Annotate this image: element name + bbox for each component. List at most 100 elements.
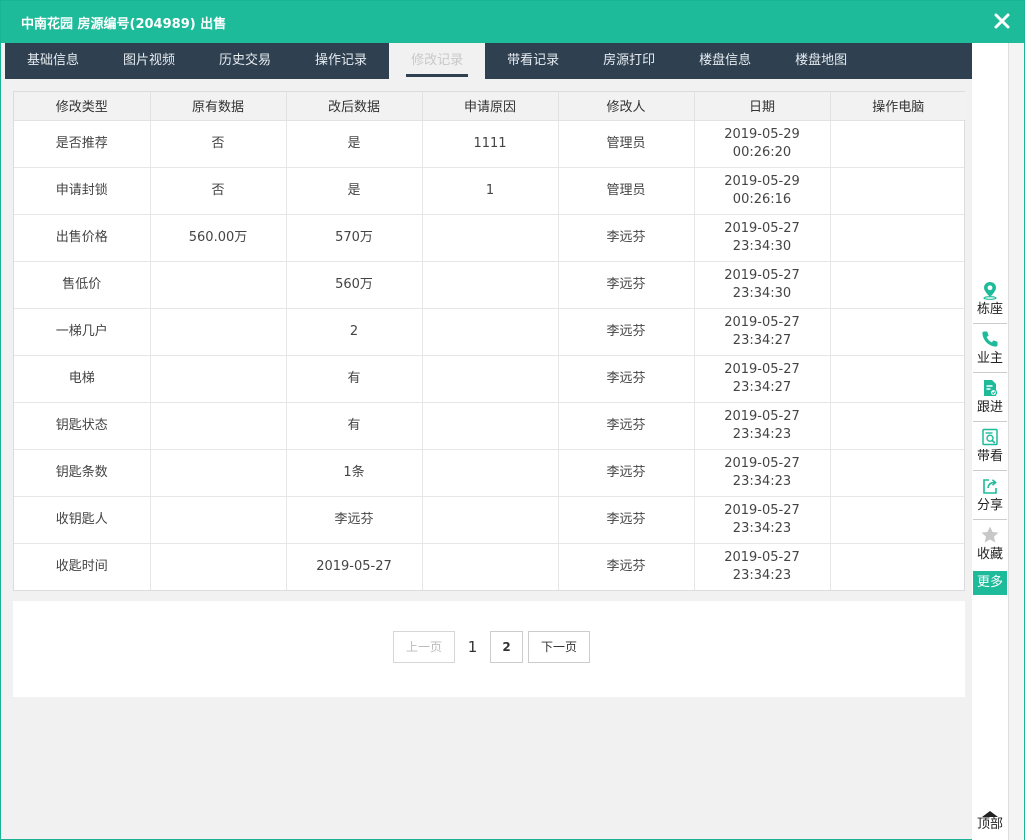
cell-date: 2019-05-27 23:34:27 [694, 355, 831, 403]
cell-modify-type: 售低价 [14, 261, 151, 309]
cell-operating-pc [830, 167, 966, 215]
cell-reason [422, 261, 559, 309]
cell-new-value: 是 [286, 167, 423, 215]
cell-date: 2019-05-27 23:34:23 [694, 543, 831, 590]
time-value: 23:34:27 [732, 332, 792, 348]
cell-editor: 管理员 [558, 120, 695, 168]
prev-page-button[interactable]: 上一页 [393, 631, 456, 663]
column-header: 改后数据 [286, 92, 423, 121]
table-row: 申请封锁否是 1 管理员 2019-05-29 00:26:16 [14, 167, 966, 215]
tab-label: 带看记录 [507, 53, 560, 68]
cell-old-value [150, 308, 287, 356]
toolbar-more-button[interactable]: 更多 [973, 571, 1007, 595]
date-value: 2019-05-27 [724, 314, 800, 330]
cell-new-value: 2 [286, 308, 423, 356]
table-row: 收匙时间 2019-05-27 李远芬 2019-05-27 23:34:23 [14, 543, 966, 590]
tab-9[interactable]: 楼盘地图 [773, 43, 869, 79]
tab-label: 历史交易 [219, 53, 272, 68]
search-document-icon [982, 428, 998, 446]
cell-operating-pc [830, 120, 966, 168]
scroll-top-label: 顶部 [976, 817, 1003, 832]
cell-new-value: 是 [286, 120, 423, 168]
table-header-row: 修改类型 原有数据 改后数据 申请原因 修改人 日期 操作电脑 [14, 92, 966, 121]
column-header: 操作电脑 [830, 92, 966, 121]
time-value: 23:34:30 [732, 285, 792, 301]
tab-7[interactable]: 房源打印 [581, 43, 677, 79]
modify-record-table: 修改类型 原有数据 改后数据 申请原因 修改人 日期 操作电脑 是否推荐否是 1111 管理员 2… [13, 91, 966, 591]
tab-6[interactable]: 带看记录 [485, 43, 581, 79]
tab-8[interactable]: 楼盘信息 [677, 43, 773, 79]
cell-new-value: 2019-05-27 [286, 543, 423, 590]
time-value: 23:34:23 [732, 473, 792, 489]
cell-reason [422, 543, 559, 590]
cell-editor: 李远芬 [558, 261, 695, 309]
table-body: 是否推荐否是 1111 管理员 2019-05-29 00:26:20 申请封锁否是 1 管理… [14, 120, 966, 590]
cell-new-value: 560万 [286, 261, 423, 309]
tab-label: 楼盘信息 [699, 53, 752, 68]
toolbar-building-button[interactable]: 栋座 [973, 276, 1007, 324]
cell-old-value: 否 [150, 120, 287, 168]
star-icon [981, 526, 999, 543]
tab-label: 基础信息 [27, 53, 80, 68]
table-row: 电梯 有 李远芬 2019-05-27 23:34:27 [14, 355, 966, 403]
toolbar-share-label: 分享 [976, 498, 1003, 513]
time-value: 23:34:23 [732, 567, 792, 583]
date-value: 2019-05-29 [724, 126, 800, 142]
cell-operating-pc [830, 214, 966, 262]
cell-reason [422, 355, 559, 403]
cell-modify-type: 收匙时间 [14, 543, 151, 590]
cell-date: 2019-05-29 00:26:16 [694, 167, 831, 215]
time-value: 23:34:23 [732, 520, 792, 536]
tab-1[interactable]: 基础信息 [5, 43, 101, 79]
tab-2[interactable]: 图片视频 [101, 43, 197, 79]
scrollbar-track[interactable] [1008, 43, 1024, 840]
cell-editor: 李远芬 [558, 449, 695, 497]
toolbar-viewing-button[interactable]: 带看 [973, 423, 1007, 471]
toolbar-owner-label: 业主 [976, 351, 1003, 366]
tab-5[interactable]: 修改记录 [389, 43, 486, 79]
page-2-button[interactable]: 2 [490, 631, 524, 663]
close-button[interactable] [990, 9, 1014, 33]
cell-modify-type: 一梯几户 [14, 308, 151, 356]
share-icon [983, 479, 997, 494]
cell-modify-type: 电梯 [14, 355, 151, 403]
cell-old-value [150, 543, 287, 590]
toolbar-followup-button[interactable]: 跟进 [973, 374, 1007, 422]
toolbar-owner-button[interactable]: 业主 [973, 325, 1007, 373]
cell-operating-pc [830, 355, 966, 403]
cell-reason [422, 496, 559, 544]
date-value: 2019-05-27 [724, 361, 800, 377]
next-page-button[interactable]: 下一页 [528, 631, 591, 663]
time-value: 00:26:20 [732, 144, 792, 160]
toolbar-followup-label: 跟进 [976, 400, 1003, 415]
cell-reason [422, 449, 559, 497]
column-header: 原有数据 [150, 92, 287, 121]
tab-label: 图片视频 [123, 53, 176, 68]
date-value: 2019-05-27 [724, 220, 800, 236]
toolbar-favorite-button[interactable]: 收藏 [973, 521, 1007, 569]
cell-reason [422, 308, 559, 356]
toolbar-favorite-label: 收藏 [976, 547, 1003, 562]
cell-old-value [150, 355, 287, 403]
cell-operating-pc [830, 449, 966, 497]
modal-titlebar: 中南花园 房源编号(204989) 出售 [1, 1, 1024, 43]
cell-reason [422, 214, 559, 262]
tab-bar: 基础信息 图片视频 历史交易 操作记录 修改记录 带看记录 房源打印 楼盘信息 楼盘地图 [5, 43, 972, 79]
cell-modify-type: 收钥匙人 [14, 496, 151, 544]
time-value: 23:34:23 [732, 426, 792, 442]
scroll-top-button[interactable]: 顶部 [973, 807, 1007, 839]
location-pin-icon [983, 282, 997, 300]
toolbar-share-button[interactable]: 分享 [973, 472, 1007, 520]
cell-modify-type: 钥匙状态 [14, 402, 151, 450]
cell-editor: 李远芬 [558, 355, 695, 403]
tab-label: 楼盘地图 [795, 53, 848, 68]
modify-record-panel: 修改类型 原有数据 改后数据 申请原因 修改人 日期 操作电脑 是否推荐否是 1111 管理员 2… [5, 79, 972, 839]
tab-3[interactable]: 历史交易 [197, 43, 293, 79]
phone-icon [982, 331, 998, 347]
cell-operating-pc [830, 308, 966, 356]
tab-4[interactable]: 操作记录 [293, 43, 389, 79]
date-value: 2019-05-27 [724, 502, 800, 518]
cell-editor: 李远芬 [558, 543, 695, 590]
date-value: 2019-05-29 [724, 173, 800, 189]
cell-reason: 1 [422, 167, 559, 215]
